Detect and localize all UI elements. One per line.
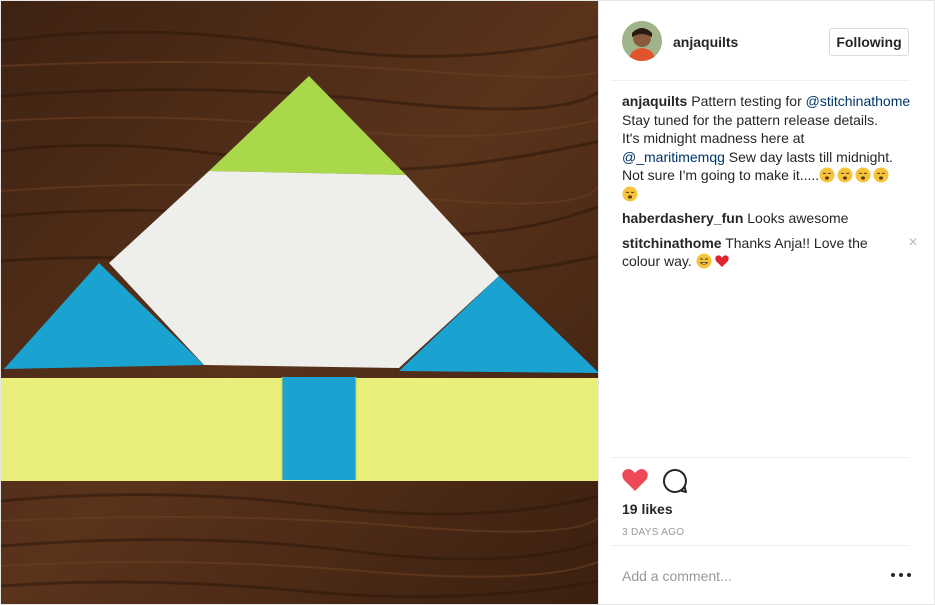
heart-icon — [622, 469, 648, 491]
divider — [611, 457, 910, 458]
caption-text: Not sure I'm going to make it..... — [622, 167, 820, 183]
instagram-post: anjaquilts Following anjaquilts Pattern … — [0, 0, 935, 605]
mention-link[interactable]: @_maritimemqg — [622, 149, 725, 165]
comment-bubble-icon — [663, 468, 687, 493]
sleepy-face-emoji — [622, 186, 638, 201]
quilt-block-image — [1, 1, 598, 604]
red-heart-emoji — [714, 255, 729, 267]
following-button[interactable]: Following — [829, 28, 909, 56]
divider — [611, 80, 910, 81]
comment-text: Looks awesome — [747, 210, 849, 226]
post-username[interactable]: anjaquilts — [673, 34, 738, 50]
post-details-panel: anjaquilts Following anjaquilts Pattern … — [599, 0, 935, 605]
sleepy-face-emoji — [819, 167, 835, 183]
comments-list: anjaquilts Pattern testing for @stitchin… — [622, 92, 918, 277]
mention-link[interactable]: @stitchinathome — [806, 93, 910, 109]
sleepy-face-emoji — [837, 167, 853, 183]
like-button[interactable] — [621, 467, 649, 493]
comment-author[interactable]: haberdashery_fun — [622, 210, 743, 226]
post-timestamp[interactable]: 3 DAYS AGO — [622, 527, 684, 538]
post-header: anjaquilts Following — [599, 1, 935, 81]
sleepy-face-emoji — [855, 167, 871, 183]
avatar[interactable] — [622, 21, 662, 61]
caption-text: Sew day lasts till midnight. — [724, 148, 893, 165]
caption-text: Stay tuned for the pattern release detai… — [622, 111, 879, 128]
post-caption: anjaquilts Pattern testing for @stitchin… — [622, 92, 912, 203]
comment-item: stitchinathome Thanks Anja!! Love the co… — [622, 234, 918, 271]
more-options-icon[interactable] — [891, 567, 911, 583]
comment-item: haberdashery_fun Looks awesome — [622, 209, 912, 228]
sleepy-face-emoji — [873, 167, 889, 183]
close-icon[interactable]: × — [906, 234, 920, 250]
profile-photo-icon — [622, 21, 662, 61]
likes-count[interactable]: 19 likes — [622, 501, 673, 517]
caption-text: It's midnight madness here at — [622, 130, 805, 146]
caption-text: Pattern testing for — [691, 93, 806, 109]
divider — [611, 545, 910, 546]
comment-button[interactable] — [662, 468, 688, 494]
grin-emoji — [696, 253, 712, 269]
comment-author[interactable]: stitchinathome — [622, 235, 722, 251]
post-photo[interactable] — [0, 0, 599, 605]
caption-author[interactable]: anjaquilts — [622, 93, 687, 109]
add-comment-input[interactable] — [622, 566, 872, 586]
